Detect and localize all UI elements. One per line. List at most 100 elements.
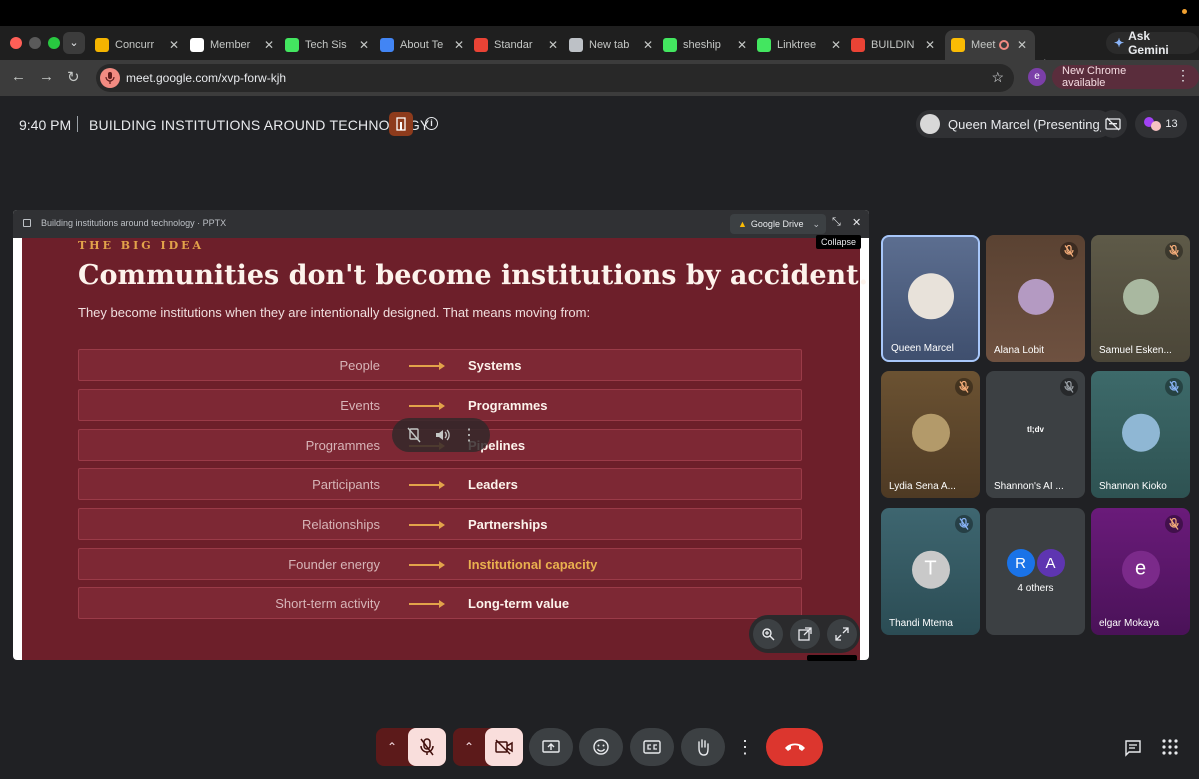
back-arrow-icon[interactable]: ← (11, 68, 26, 85)
browser-tab[interactable]: sheship ✕ (663, 30, 749, 60)
collapse-arrows-icon[interactable]: ⤡ (832, 216, 841, 229)
browser-tab[interactable]: Meet ✕ (945, 30, 1035, 60)
mic-control-group: ⌃ (376, 728, 446, 766)
meeting-title: BUILDING INSTITUTIONS AROUND TECHNOLOGY (89, 117, 430, 133)
profile-avatar[interactable]: e (1028, 68, 1046, 86)
open-with-label: Google Drive (750, 219, 804, 229)
reactions-button[interactable] (579, 728, 623, 766)
participant-tile[interactable]: Alana Lobit (986, 235, 1085, 362)
browser-tab-bar: ⌄ Concurr ✕ Member ✕ Tech Sis ✕ About Te ✕ Stand… (0, 26, 1199, 73)
close-tab-icon[interactable]: ✕ (641, 38, 655, 52)
browser-tab[interactable]: About Te ✕ (380, 30, 466, 60)
side-panel-icon[interactable] (23, 219, 31, 227)
host-controls-icon[interactable] (389, 112, 413, 136)
more-options-button[interactable]: ⋮ (735, 728, 755, 766)
close-tab-icon[interactable]: ✕ (829, 38, 843, 52)
dropdown-chevron-icon: ⌄ (812, 218, 820, 229)
participant-initial-avatar: R (1006, 549, 1035, 577)
speaker-icon[interactable] (433, 426, 451, 444)
raise-hand-button[interactable] (681, 728, 725, 766)
leave-call-button[interactable] (766, 728, 823, 766)
participant-tile[interactable]: e elgar Mokaya (1091, 508, 1190, 635)
pop-out-icon[interactable] (789, 619, 820, 649)
row-to-text: Partnerships (468, 517, 548, 532)
muted-mic-icon (1165, 515, 1183, 533)
browser-tab[interactable]: Linktree ✕ (757, 30, 843, 60)
zoom-in-icon[interactable] (752, 619, 783, 649)
notetaker-logo: tl;dv (1027, 425, 1044, 434)
participant-tile[interactable]: RA 4 others (986, 508, 1085, 635)
presenter-chip[interactable]: Queen Marcel (Presenting) (916, 110, 1113, 138)
participant-tile[interactable]: Samuel Esken... (1091, 235, 1190, 362)
forward-arrow-icon[interactable]: → (39, 68, 54, 85)
row-to-text: Institutional capacity (468, 557, 598, 572)
muted-presentation-icon[interactable] (405, 426, 423, 444)
captions-button[interactable] (630, 728, 674, 766)
participant-avatar: e (1121, 550, 1160, 589)
maximize-window-button[interactable] (48, 37, 60, 49)
browser-tab[interactable]: New tab ✕ (569, 30, 655, 60)
browser-tab[interactable]: Tech Sis ✕ (285, 30, 371, 60)
participant-tile[interactable]: Shannon Kioko (1091, 371, 1190, 498)
participant-tile[interactable]: T Thandi Mtema (881, 508, 980, 635)
close-tab-icon[interactable]: ✕ (546, 38, 560, 52)
transition-row: Participants Leaders (78, 468, 802, 500)
close-window-button[interactable] (10, 37, 22, 49)
raise-hand-icon (698, 739, 709, 756)
chat-icon[interactable] (1124, 739, 1142, 762)
reload-icon[interactable]: ↻ (67, 68, 80, 86)
present-screen-button[interactable] (529, 728, 573, 766)
fullscreen-icon[interactable] (826, 619, 857, 649)
close-tab-icon[interactable]: ✕ (167, 38, 181, 52)
participant-count: 13 (1165, 118, 1178, 130)
right-arrow-icon (409, 481, 445, 489)
tab-title: Tech Sis (305, 39, 347, 51)
close-tab-icon[interactable]: ✕ (735, 38, 749, 52)
ask-gemini-button[interactable]: ✦ Ask Gemini (1106, 29, 1199, 57)
participant-tile[interactable]: Queen Marcel (881, 235, 980, 362)
camera-control-group: ⌃ (453, 728, 523, 766)
browser-tab[interactable]: BUILDIN ✕ (851, 30, 937, 60)
close-presentation-icon[interactable]: ✕ (852, 216, 861, 229)
participant-name: Alana Lobit (994, 345, 1045, 356)
close-tab-icon[interactable]: ✕ (357, 38, 371, 52)
captions-off-icon (1105, 117, 1121, 131)
browser-tab[interactable]: Concurr ✕ (95, 30, 181, 60)
close-tab-icon[interactable]: ✕ (923, 38, 937, 52)
audio-options-chevron-icon[interactable]: ⌃ (376, 740, 408, 754)
transition-row: People Systems (78, 349, 802, 381)
captions-icon (643, 740, 661, 754)
bookmark-star-icon[interactable]: ☆ (991, 69, 1004, 86)
microphone-in-use-icon[interactable] (100, 68, 120, 88)
participant-tile[interactable]: tl;dv Shannon's AI ... (986, 371, 1085, 498)
notification-dot (1182, 9, 1187, 14)
open-with-drive-button[interactable]: ▲ Google Drive ⌄ (730, 214, 826, 234)
tab-title: BUILDIN (871, 39, 915, 51)
others-avatars: RA (986, 549, 1085, 577)
video-options-chevron-icon[interactable]: ⌃ (453, 740, 485, 754)
tab-search-chevron-icon[interactable]: ⌄ (63, 32, 85, 54)
meeting-info-icon[interactable]: i (425, 117, 438, 130)
address-bar[interactable]: meet.google.com/xvp-forw-kjh ☆ (96, 64, 1014, 92)
minimize-window-button[interactable] (29, 37, 41, 49)
microphone-off-button[interactable] (408, 728, 446, 766)
browser-tab[interactable]: Standar ✕ (474, 30, 560, 60)
browser-menu-icon[interactable]: ⋮ (1176, 67, 1190, 84)
row-from-text: Events (340, 398, 380, 413)
participant-avatar (911, 413, 950, 452)
close-tab-icon[interactable]: ✕ (452, 38, 466, 52)
close-tab-icon[interactable]: ✕ (262, 38, 276, 52)
browser-tab[interactable]: Member ✕ (190, 30, 276, 60)
camera-off-button[interactable] (485, 728, 523, 766)
page-indicator (807, 655, 857, 661)
tab-title: sheship (683, 39, 721, 51)
activities-icon[interactable] (1162, 739, 1178, 760)
people-count-button[interactable]: 13 (1135, 110, 1187, 138)
header-divider (77, 116, 78, 132)
tab-title: Concurr (115, 39, 155, 51)
close-tab-icon[interactable]: ✕ (1015, 38, 1029, 52)
more-options-icon[interactable]: ⋮ (461, 425, 477, 445)
participant-tile[interactable]: Lydia Sena A... (881, 371, 980, 498)
row-to-text: Systems (468, 358, 522, 373)
layout-button[interactable] (1099, 110, 1127, 138)
